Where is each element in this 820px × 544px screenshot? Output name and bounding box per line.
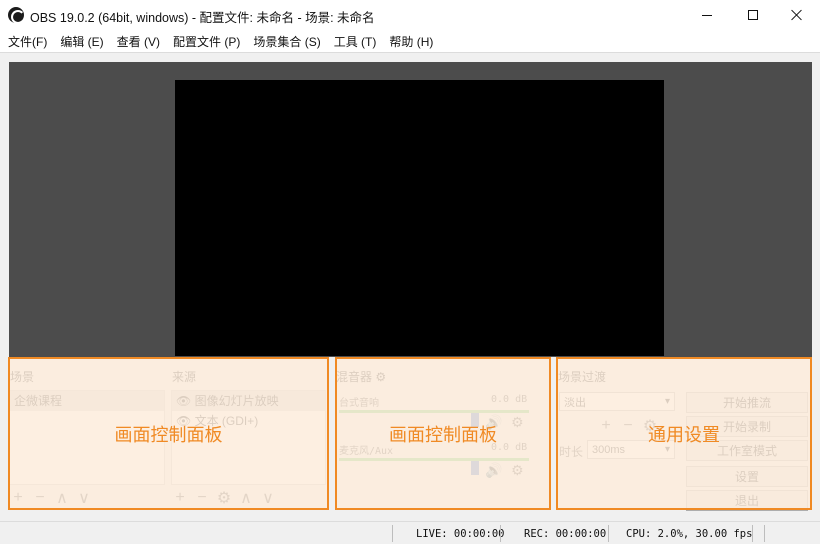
preview-area — [9, 62, 812, 357]
settings-button[interactable]: 设置 — [686, 466, 808, 487]
source-name: 文本 (GDI+) — [194, 414, 259, 428]
channel-name: 麦克风/Aux — [339, 446, 394, 457]
menu-bar: 文件(F) 编辑 (E) 查看 (V) 配置文件 (P) 场景集合 (S) 工具… — [0, 30, 820, 52]
sources-toolbar: + − ⚙ ∧ ∨ — [171, 488, 277, 508]
close-button[interactable] — [774, 0, 820, 30]
menu-file[interactable]: 文件(F) — [3, 31, 52, 52]
gear-icon[interactable]: ⚙ — [375, 370, 386, 384]
transition-select[interactable]: 淡出 — [559, 392, 675, 411]
rec-timer: REC: 00:00:00 — [524, 528, 607, 540]
window-title: OBS 19.0.2 (64bit, windows) - 配置文件: 未命名 … — [30, 11, 375, 25]
gear-icon[interactable]: ⚙ — [511, 462, 524, 479]
speaker-icon[interactable]: 🔊 — [485, 414, 502, 431]
status-divider — [752, 525, 753, 542]
preview-canvas[interactable] — [175, 80, 664, 356]
status-divider — [608, 525, 609, 542]
menu-edit[interactable]: 编辑 (E) — [55, 31, 108, 52]
controls-dock: 开始推流 开始录制 工作室模式 设置 退出 — [684, 358, 812, 511]
studio-mode-button[interactable]: 工作室模式 — [686, 440, 808, 461]
status-divider — [500, 525, 501, 542]
live-timer: LIVE: 00:00:00 — [416, 528, 505, 540]
menu-help[interactable]: 帮助 (H) — [384, 31, 438, 52]
eye-icon[interactable]: 👁 — [176, 414, 191, 428]
remove-transition-icon[interactable]: − — [619, 417, 637, 435]
source-name: 图像幻灯片放映 — [194, 394, 279, 408]
scenes-toolbar: + − ∧ ∨ — [9, 488, 93, 508]
move-down-icon[interactable]: ∨ — [75, 488, 93, 508]
sources-list[interactable]: 👁 图像幻灯片放映 👁 文本 (GDI+) — [171, 390, 326, 485]
duration-label: 时长 — [559, 445, 584, 459]
obs-logo-icon — [8, 7, 25, 24]
maximize-button[interactable] — [730, 0, 776, 30]
minimize-icon — [702, 14, 712, 16]
add-source-icon[interactable]: + — [171, 489, 189, 507]
title-bar: OBS 19.0.2 (64bit, windows) - 配置文件: 未命名 … — [0, 0, 820, 30]
maximize-icon — [748, 10, 758, 20]
menu-scene-collection[interactable]: 场景集合 (S) — [248, 31, 325, 52]
channel-db: 0.0 dB — [491, 442, 528, 453]
exit-button[interactable]: 退出 — [686, 490, 808, 511]
volume-slider[interactable] — [471, 461, 479, 475]
move-down-icon[interactable]: ∨ — [259, 488, 277, 508]
channel-name: 台式音响 — [339, 398, 379, 409]
transitions-dock: 场景过渡 淡出 + − ⚙ 时长 300ms — [557, 358, 681, 511]
add-transition-icon[interactable]: + — [597, 417, 615, 435]
remove-source-icon[interactable]: − — [193, 489, 211, 507]
eye-icon[interactable]: 👁 — [176, 394, 191, 408]
channel-db: 0.0 dB — [491, 394, 528, 405]
source-settings-icon[interactable]: ⚙ — [215, 488, 233, 508]
cpu-fps: CPU: 2.0%, 30.00 fps — [626, 528, 753, 540]
scenes-label: 场景 — [10, 370, 35, 384]
gear-icon[interactable]: ⚙ — [511, 414, 524, 431]
scenes-dock: 场景 企微课程 + − ∧ ∨ — [9, 358, 169, 511]
speaker-icon[interactable]: 🔊 — [485, 462, 502, 479]
transition-settings-icon[interactable]: ⚙ — [641, 416, 659, 436]
add-scene-icon[interactable]: + — [9, 489, 27, 507]
status-bar: LIVE: 00:00:00 REC: 00:00:00 CPU: 2.0%, … — [0, 521, 820, 544]
start-streaming-button[interactable]: 开始推流 — [686, 392, 808, 413]
menu-profile[interactable]: 配置文件 (P) — [168, 31, 245, 52]
move-up-icon[interactable]: ∧ — [53, 488, 71, 508]
volume-slider[interactable] — [471, 413, 479, 427]
menu-tools[interactable]: 工具 (T) — [329, 31, 382, 52]
volume-meter — [339, 410, 529, 413]
transitions-label: 场景过渡 — [558, 370, 607, 384]
main-area: 场景 企微课程 + − ∧ ∨ 来源 👁 图像幻灯片放映 👁 文本 (GDI+)… — [0, 52, 820, 522]
transitions-toolbar: + − ⚙ — [597, 416, 659, 436]
volume-meter — [339, 458, 529, 461]
close-icon — [791, 9, 803, 21]
duration-input[interactable]: 300ms — [587, 440, 675, 459]
remove-scene-icon[interactable]: − — [31, 489, 49, 507]
scenes-list[interactable]: 企微课程 — [9, 390, 165, 485]
source-item[interactable]: 👁 文本 (GDI+) — [172, 411, 325, 431]
mixer-dock: 混音器 ⚙ 台式音响 0.0 dB 🔊 ⚙ 麦克风/Aux 0.0 dB 🔊 ⚙ — [335, 358, 551, 511]
status-divider — [764, 525, 765, 542]
sources-dock: 来源 👁 图像幻灯片放映 👁 文本 (GDI+) + − ⚙ ∧ ∨ — [171, 358, 329, 511]
source-item[interactable]: 👁 图像幻灯片放映 — [172, 391, 325, 411]
start-recording-button[interactable]: 开始录制 — [686, 416, 808, 437]
minimize-button[interactable] — [684, 0, 730, 30]
sources-label: 来源 — [172, 370, 197, 384]
menu-view[interactable]: 查看 (V) — [112, 31, 165, 52]
move-up-icon[interactable]: ∧ — [237, 488, 255, 508]
scene-item[interactable]: 企微课程 — [10, 391, 164, 411]
status-divider — [392, 525, 393, 542]
mixer-label: 混音器 ⚙ — [336, 370, 387, 384]
